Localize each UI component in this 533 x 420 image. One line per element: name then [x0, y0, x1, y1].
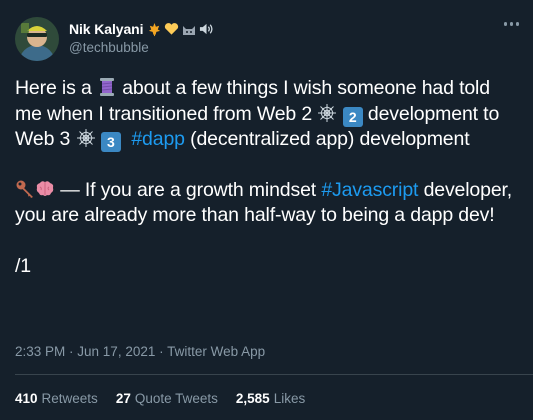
- tweet-card: Nik Kalyani @techbubble Here is a about …: [0, 0, 533, 420]
- tweet-paragraph-3: /1: [15, 254, 31, 277]
- tweet-source-link[interactable]: Twitter Web App: [167, 344, 265, 359]
- divider: [15, 374, 533, 375]
- spider-web-icon: [76, 129, 95, 147]
- text-segment: Here is a: [15, 77, 97, 99]
- quote-tweets-stat[interactable]: 27 Quote Tweets: [116, 391, 218, 406]
- quote-tweets-count: 27: [115, 391, 131, 406]
- tweet-header: Nik Kalyani @techbubble: [15, 17, 519, 64]
- speaker-icon: [200, 23, 213, 35]
- key-icon: [16, 180, 33, 198]
- retweets-label: Retweets: [41, 391, 98, 406]
- tweet-body: Here is a about a few things I wish some…: [15, 76, 520, 279]
- retweets-stat[interactable]: 410 Retweets: [15, 391, 98, 406]
- likes-stat[interactable]: 2,585 Likes: [236, 391, 305, 406]
- tweet-stats: 410 Retweets 27 Quote Tweets 2,585 Likes: [15, 391, 305, 406]
- thread-spool-icon: [99, 78, 114, 96]
- meta-separator: ·: [65, 344, 78, 359]
- name-emojis: [147, 22, 214, 37]
- tweet-meta: 2:33 PM · Jun 17, 2021 · Twitter Web App: [15, 344, 265, 359]
- cat-icon: [183, 26, 196, 35]
- tweet-paragraph-2: — If you are a growth mindset #Javascrip…: [15, 178, 520, 229]
- more-options-icon[interactable]: [503, 22, 519, 26]
- text-segment: — If you are a growth mindset: [55, 178, 322, 201]
- hashtag-javascript-link[interactable]: #Javascript: [321, 179, 418, 201]
- author-handle[interactable]: @techbubble: [69, 40, 214, 55]
- author-names: Nik Kalyani @techbubble: [69, 18, 214, 55]
- tweet-time-link[interactable]: 2:33 PM: [15, 344, 65, 359]
- display-name[interactable]: Nik Kalyani: [69, 21, 143, 37]
- avatar[interactable]: [15, 17, 59, 61]
- hashtag-dapp-link[interactable]: #dapp: [131, 128, 185, 150]
- quote-tweets-label: Quote Tweets: [134, 391, 218, 406]
- keycap-2-icon: 2: [342, 106, 363, 127]
- spider-web-icon: [318, 103, 337, 122]
- display-name-row: Nik Kalyani: [69, 20, 214, 38]
- brain-icon: [36, 180, 54, 196]
- tweet-date-link[interactable]: Jun 17, 2021: [77, 344, 155, 359]
- maple-leaf-icon: [149, 22, 161, 36]
- retweets-count: 410: [15, 391, 38, 406]
- text-segment: (decentralized app) development: [184, 128, 470, 150]
- likes-label: Likes: [273, 391, 306, 406]
- likes-count: 2,585: [235, 391, 270, 406]
- tweet-paragraph-1: Here is a about a few things I wish some…: [15, 76, 520, 153]
- yellow-heart-icon: [165, 23, 179, 35]
- keycap-3-icon: 3: [100, 132, 121, 152]
- meta-separator: ·: [155, 344, 168, 359]
